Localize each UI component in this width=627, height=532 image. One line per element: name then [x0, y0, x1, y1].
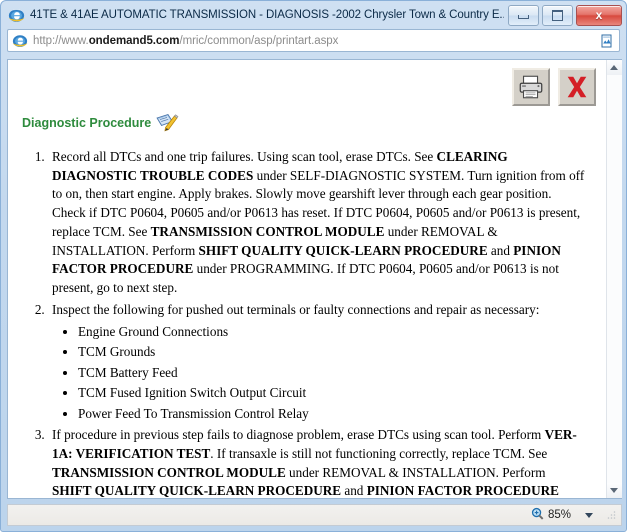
list-item: TCM Grounds	[78, 342, 588, 362]
magnifier-plus-icon	[531, 507, 544, 523]
chevron-up-icon	[610, 65, 618, 70]
browser-window: 41TE & 41AE AUTOMATIC TRANSMISSION - DIA…	[0, 0, 627, 532]
step-3-text: If procedure in previous step fails to d…	[52, 427, 577, 498]
document-inner: Diagnostic Procedure 1. Record all DTCs …	[8, 60, 606, 498]
section-heading: Diagnostic Procedure	[22, 112, 588, 134]
zoom-control[interactable]: 85%	[531, 507, 599, 523]
printer-icon	[519, 75, 543, 99]
close-icon: x	[595, 8, 603, 22]
maximize-button[interactable]	[542, 4, 573, 26]
close-window-button[interactable]: x	[576, 4, 622, 26]
status-bar: 85%	[7, 504, 622, 526]
minimize-icon	[518, 15, 529, 19]
title-bar: 41TE & 41AE AUTOMATIC TRANSMISSION - DIA…	[1, 1, 626, 29]
chevron-down-icon	[610, 488, 618, 493]
procedure-step: If procedure in previous step fails to d…	[48, 426, 588, 498]
address-bar-container: http://www.ondemand5.com/mric/common/asp…	[1, 29, 626, 55]
page-feed-icon[interactable]	[600, 34, 614, 48]
step-2-text: Inspect the following for pushed out ter…	[52, 301, 540, 317]
zoom-level-label: 85%	[547, 509, 571, 521]
address-bar[interactable]: http://www.ondemand5.com/mric/common/asp…	[7, 29, 620, 52]
print-button[interactable]	[512, 68, 550, 106]
window-title: 41TE & 41AE AUTOMATIC TRANSMISSION - DIA…	[30, 9, 504, 21]
minimize-button[interactable]	[508, 4, 539, 26]
url-protocol: http://www.	[33, 34, 89, 47]
page-toolbar	[512, 68, 596, 106]
list-item: Power Feed To Transmission Control Relay	[78, 404, 588, 424]
content-area: Diagnostic Procedure 1. Record all DTCs …	[7, 59, 622, 499]
resize-grip-icon[interactable]	[605, 509, 617, 521]
vertical-scrollbar[interactable]	[606, 60, 622, 498]
red-x-icon	[567, 76, 587, 98]
scrollbar-track[interactable]	[606, 75, 622, 483]
notepad-pencil-icon	[155, 112, 179, 134]
window-controls: x	[508, 4, 622, 26]
close-article-button[interactable]	[558, 68, 596, 106]
url-path: /mric/common/asp/printart.aspx	[179, 34, 339, 47]
internet-explorer-icon	[8, 7, 25, 24]
section-heading-text: Diagnostic Procedure	[22, 116, 152, 130]
scroll-up-button[interactable]	[606, 60, 622, 75]
list-item: TCM Battery Feed	[78, 363, 588, 383]
list-item: Engine Ground Connections	[78, 322, 588, 342]
step-1-text: Record all DTCs and one trip failures. U…	[52, 149, 585, 296]
maximize-icon	[552, 9, 563, 21]
procedure-steps-list: Record all DTCs and one trip failures. U…	[22, 148, 588, 498]
procedure-step: Inspect the following for pushed out ter…	[48, 301, 588, 423]
address-url-text: http://www.ondemand5.com/mric/common/asp…	[33, 35, 600, 47]
list-item: TCM Fused Ignition Switch Output Circuit	[78, 383, 588, 403]
zoom-dropdown-caret-icon[interactable]	[585, 512, 593, 518]
url-domain: ondemand5.com	[88, 34, 180, 47]
scroll-down-button[interactable]	[606, 483, 622, 498]
address-favicon-icon	[12, 33, 28, 49]
inspection-bullet-list: Engine Ground Connections TCM Grounds TC…	[52, 322, 588, 424]
document-body: Diagnostic Procedure 1. Record all DTCs …	[8, 60, 606, 498]
procedure-step: Record all DTCs and one trip failures. U…	[48, 148, 588, 298]
